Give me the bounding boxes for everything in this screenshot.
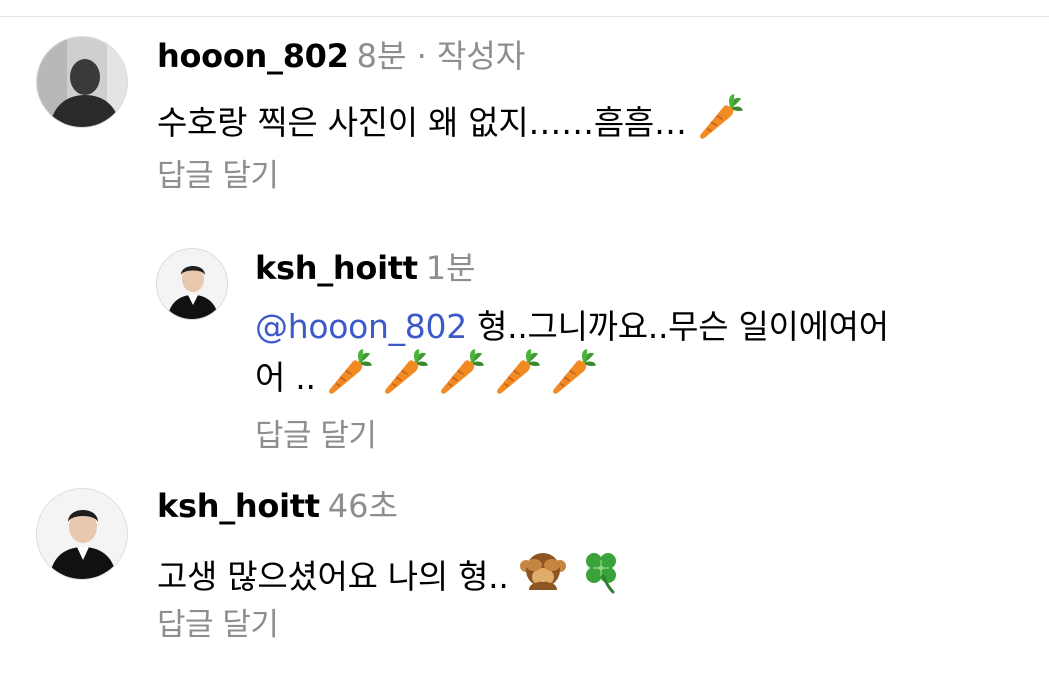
mention-link[interactable]: @hooon_802 <box>255 307 467 346</box>
comment-text: 고생 많으셨어요 나의 형.. <box>157 557 509 596</box>
comment-body: 수호랑 찍은 사진이 왜 없지……흠흠… <box>157 94 743 143</box>
carrot-icon <box>550 349 596 395</box>
carrot-icon <box>326 349 372 395</box>
comment-meta: 46초 <box>327 487 398 525</box>
comment-text-line1: 형..그니까요..무슨 일이에여어 <box>466 307 889 346</box>
reply-button[interactable]: 답글 달기 <box>157 605 279 645</box>
avatar[interactable] <box>156 248 228 320</box>
comment-text: 수호랑 찍은 사진이 왜 없지……흠흠… <box>157 103 687 142</box>
username[interactable]: ksh_hoitt <box>157 487 320 525</box>
username[interactable]: hooon_802 <box>157 37 349 75</box>
avatar[interactable] <box>36 36 128 128</box>
emoji-group <box>326 349 596 395</box>
carrot-icon <box>697 94 743 140</box>
carrot-icon <box>438 349 484 395</box>
avatar[interactable] <box>36 488 128 580</box>
comment-body: @hooon_802 형..그니까요..무슨 일이에여어 어 .. <box>255 307 1035 398</box>
comment-text-line2: 어 .. <box>255 358 316 397</box>
comment-meta: 1분 <box>425 249 476 287</box>
carrot-icon <box>382 349 428 395</box>
comment-item: ksh_hoitt 46초 고생 많으셨어요 나의 형.. 답글 달기 <box>0 470 1049 683</box>
comment-meta: 8분 · 작성자 <box>356 37 526 75</box>
reply-comment-item: ksh_hoitt 1분 @hooon_802 형..그니까요..무슨 일이에여어… <box>0 230 1049 470</box>
reply-button[interactable]: 답글 달기 <box>255 416 377 456</box>
username[interactable]: ksh_hoitt <box>255 249 418 287</box>
comment-body: 고생 많으셨어요 나의 형.. <box>157 546 625 597</box>
reply-button[interactable]: 답글 달기 <box>157 156 279 196</box>
see-no-evil-monkey-icon <box>519 553 566 590</box>
comment-item: hooon_802 8분 · 작성자 수호랑 찍은 사진이 왜 없지……흠흠… 답… <box>0 0 1049 210</box>
carrot-icon <box>494 349 540 395</box>
emoji-group <box>519 546 625 594</box>
four-leaf-clover-icon <box>585 553 616 594</box>
